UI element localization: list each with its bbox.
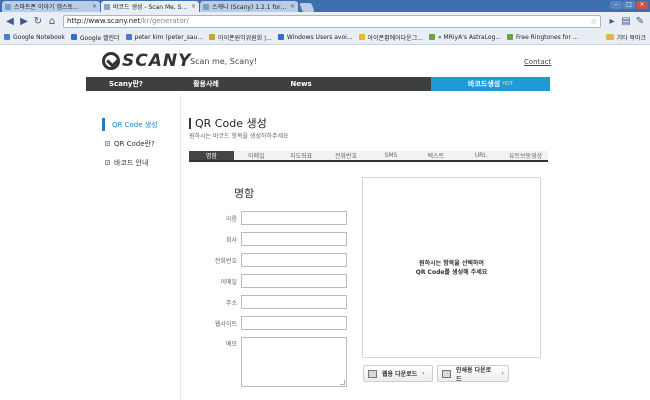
sidebar-item-qr-generate[interactable]: QR Code 생성 bbox=[102, 118, 180, 131]
website-input[interactable] bbox=[241, 316, 347, 330]
address-bar[interactable]: http://www.scany.net/kr/generator/ ☆ bbox=[63, 14, 601, 28]
printer-icon bbox=[442, 369, 451, 378]
page-icon[interactable]: ▤ bbox=[619, 14, 633, 28]
close-window-icon[interactable]: × bbox=[636, 1, 648, 9]
tab-sms[interactable]: SMS bbox=[369, 151, 414, 160]
folder-icon bbox=[606, 34, 615, 40]
bookmark-item[interactable]: Windows Users avoi... bbox=[277, 34, 353, 41]
page-icon bbox=[428, 34, 435, 40]
close-tab-icon[interactable]: × bbox=[191, 3, 196, 10]
browser-tab-3[interactable]: 스캐니 (Scany) 1.2.1 for i... × bbox=[200, 1, 298, 12]
download-web-button[interactable]: 웹용 다운로드 › bbox=[363, 365, 433, 382]
browser-tab-2[interactable]: 바코드 생성 - Scan Me, S... × bbox=[101, 1, 199, 12]
bookmark-item[interactable]: 아이폰황에어다운그... bbox=[358, 33, 423, 42]
page-subtitle: 원하시는 바코드 항목을 생성하하주세요 bbox=[189, 133, 289, 140]
browser-tab-1[interactable]: 스마트폰 이야기 앱스토... × bbox=[2, 1, 100, 12]
other-bookmarks[interactable]: 기타 북마크 bbox=[606, 33, 646, 42]
field-row-website: 웹사이트 bbox=[196, 316, 347, 330]
close-tab-icon[interactable]: × bbox=[290, 3, 295, 10]
twitter-icon bbox=[125, 34, 132, 40]
tab-email[interactable]: 이메일 bbox=[234, 151, 279, 160]
forward-icon[interactable]: ▶ bbox=[17, 14, 31, 28]
field-row-company: 회사 bbox=[196, 232, 347, 246]
favicon-icon bbox=[5, 3, 11, 10]
field-row-phone: 전화번호 bbox=[196, 253, 347, 267]
bookmark-item[interactable]: Google Notebook bbox=[4, 34, 65, 41]
sidebar-item-barcode-guide[interactable]: + 바코드 안내 bbox=[102, 156, 180, 169]
calendar-icon bbox=[70, 34, 77, 40]
tab-map-coordinates[interactable]: 지도좌표 bbox=[279, 151, 324, 160]
star-icon[interactable]: ☆ bbox=[590, 17, 597, 26]
scany-logo[interactable]: SCANY bbox=[102, 51, 191, 71]
nav-item-cases[interactable]: 활용사례 bbox=[166, 77, 246, 91]
field-row-address: 주소 bbox=[196, 295, 347, 309]
sidebar: QR Code 생성 + QR Code란? + 바코드 안내 bbox=[102, 118, 180, 175]
bookmark-item[interactable]: « MRiyA's AstraLog... bbox=[428, 34, 501, 41]
favicon-icon bbox=[104, 3, 110, 10]
favicon-icon bbox=[203, 3, 209, 10]
nav-item-about[interactable]: Scany란? bbox=[86, 77, 166, 91]
tab-phone[interactable]: 전화번호 bbox=[324, 151, 369, 160]
field-row-name: 이름 bbox=[196, 211, 347, 225]
page-icon bbox=[507, 34, 514, 40]
maximize-icon[interactable]: □ bbox=[623, 1, 635, 9]
address-input[interactable] bbox=[241, 295, 347, 309]
close-tab-icon[interactable]: × bbox=[92, 3, 97, 10]
minimize-icon[interactable]: – bbox=[610, 1, 622, 9]
tagline: Scan me, Scany! bbox=[190, 57, 258, 66]
browser-toolbar: ◀ ▶ ↻ ⌂ http://www.scany.net/kr/generato… bbox=[0, 12, 650, 30]
divider bbox=[180, 95, 181, 400]
form-title: 명함 bbox=[234, 187, 255, 200]
tab-youtube[interactable]: 유트브동영상 bbox=[503, 151, 548, 160]
notebook-icon bbox=[4, 34, 10, 40]
tab-business-card[interactable]: 명함 bbox=[189, 151, 234, 160]
web-page: SCANY Scan me, Scany! Contact Scany란? 활용… bbox=[0, 45, 650, 400]
bookmark-item[interactable]: Google 캘린더 bbox=[70, 33, 120, 42]
bookmarks-bar: Google Notebook Google 캘린더 peter kim (pe… bbox=[0, 30, 650, 45]
page-icon bbox=[358, 34, 365, 40]
page-title: QR Code 생성 bbox=[189, 115, 267, 131]
name-input[interactable] bbox=[241, 211, 347, 225]
arrow-right-icon: › bbox=[501, 370, 504, 377]
wrench-icon[interactable]: ✎ bbox=[633, 14, 647, 28]
arrow-right-icon: › bbox=[422, 370, 425, 377]
memo-textarea[interactable] bbox=[241, 337, 347, 387]
qr-preview-area: 원하시는 항목을 선택하여 QR Code를 생성해 주세요 bbox=[362, 177, 541, 358]
company-input[interactable] bbox=[241, 232, 347, 246]
back-icon[interactable]: ◀ bbox=[3, 14, 17, 28]
main-nav: Scany란? 활용사례 News 바코드생성 HOT bbox=[86, 77, 550, 91]
contact-link[interactable]: Contact bbox=[524, 58, 551, 66]
nav-item-blank bbox=[356, 77, 431, 91]
logo-mark-icon bbox=[102, 52, 120, 70]
nav-item-generator[interactable]: 바코드생성 HOT bbox=[431, 77, 550, 91]
expand-icon: + bbox=[105, 160, 110, 165]
reload-icon[interactable]: ↻ bbox=[31, 14, 45, 28]
folder-icon bbox=[209, 34, 216, 40]
bookmark-item[interactable]: Free Ringtones for ... bbox=[507, 34, 579, 41]
window-controls: – □ × bbox=[610, 1, 648, 9]
page-menu-icon[interactable]: ▸ bbox=[605, 14, 619, 28]
page-icon bbox=[277, 34, 284, 40]
sidebar-item-qr-about[interactable]: + QR Code란? bbox=[102, 137, 180, 150]
bookmark-item[interactable]: peter kim (peter_sau... bbox=[125, 34, 203, 41]
browser-tabstrip: 스마트폰 이야기 앱스토... × 바코드 생성 - Scan Me, S... ×… bbox=[0, 0, 650, 12]
code-type-tabs: 명함 이메일 지도좌표 전화번호 SMS 텍스트 URL 유트브동영상 bbox=[189, 151, 548, 162]
tab-url[interactable]: URL bbox=[458, 151, 503, 160]
email-input[interactable] bbox=[241, 274, 347, 288]
field-row-memo: 메모 bbox=[196, 337, 347, 387]
new-tab-button[interactable] bbox=[299, 3, 315, 12]
tab-text[interactable]: 텍스트 bbox=[413, 151, 458, 160]
home-icon[interactable]: ⌂ bbox=[45, 14, 59, 28]
nav-item-news[interactable]: News bbox=[246, 77, 356, 91]
field-row-email: 이메일 bbox=[196, 274, 347, 288]
monitor-icon bbox=[368, 369, 377, 378]
bookmark-item[interactable]: 아이폰원익위원회 |... bbox=[209, 33, 272, 42]
download-print-button[interactable]: 인쇄용 다운로드 › bbox=[437, 365, 509, 383]
expand-icon: + bbox=[105, 141, 110, 146]
phone-input[interactable] bbox=[241, 253, 347, 267]
